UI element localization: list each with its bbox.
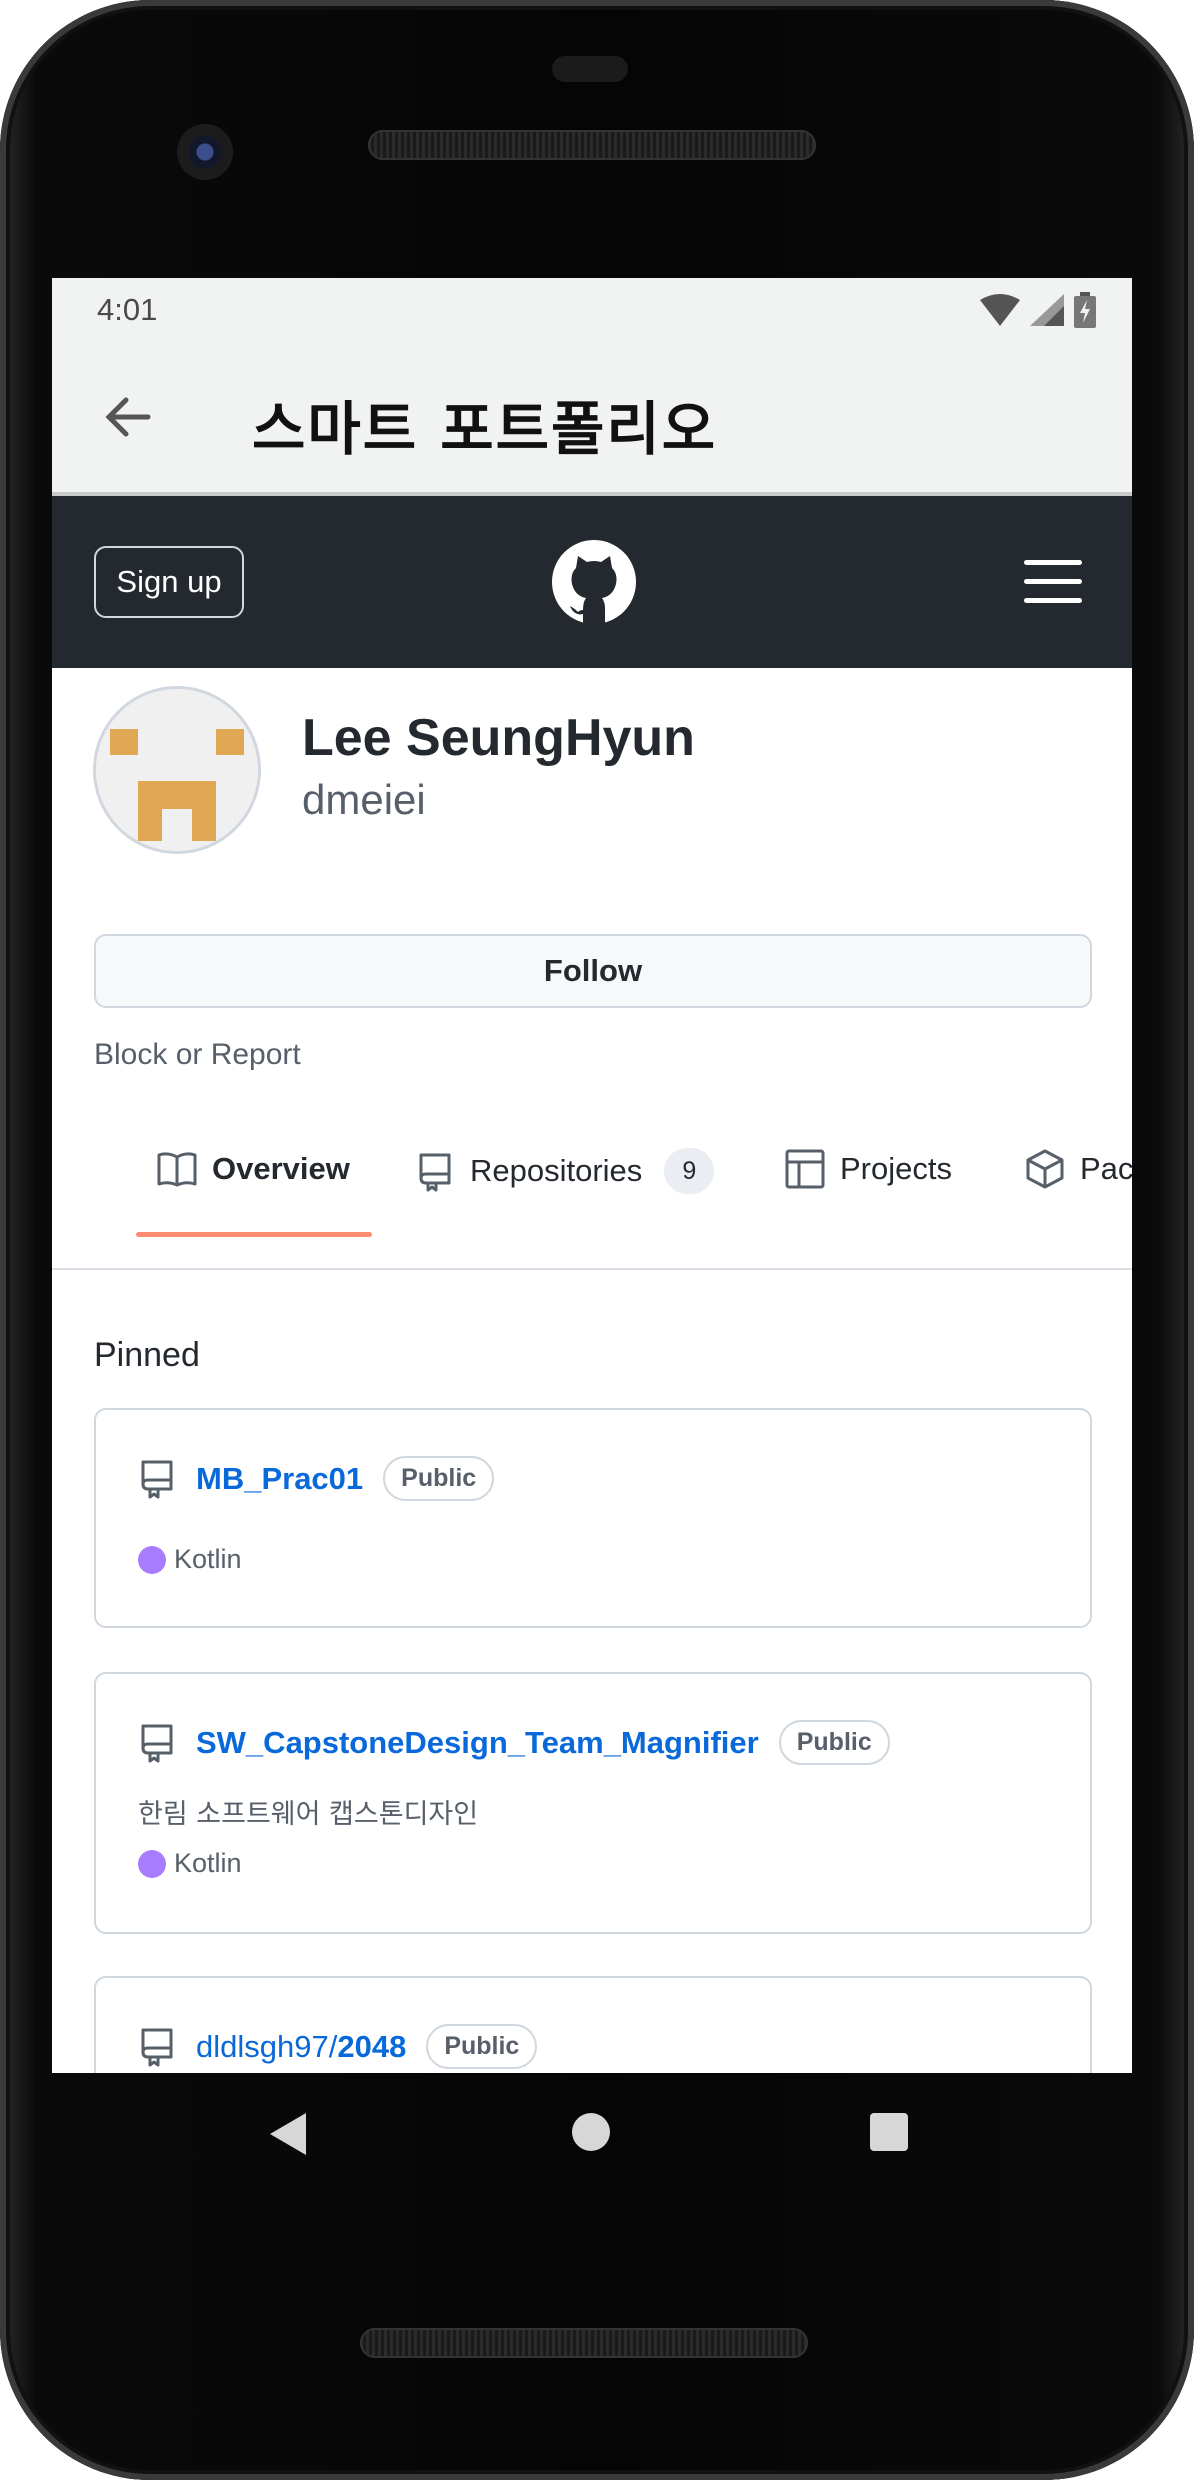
book-icon <box>157 1152 197 1187</box>
signal-icon <box>1030 294 1064 326</box>
selected-tab-indicator <box>136 1232 372 1237</box>
app-title: 스마트 포트폴리오 <box>252 395 718 463</box>
avatar[interactable] <box>93 686 261 854</box>
pinned-repo-card: MB_Prac01 Public Kotlin <box>94 1408 1092 1628</box>
visibility-badge: Public <box>383 1456 495 1501</box>
tab-projects[interactable]: Projects <box>784 1148 952 1190</box>
tab-projects-label: Projects <box>840 1151 952 1186</box>
top-speaker-grille <box>368 130 816 160</box>
nav-back-icon[interactable] <box>268 2111 308 2157</box>
screen: 4:01 스마트 포트폴리오 Sign up Lee SeungHyun dme… <box>52 278 1132 2073</box>
bottom-speaker-grille <box>360 2328 808 2358</box>
github-header: Sign up <box>52 496 1132 668</box>
tab-repositories-label: Repositories <box>470 1153 643 1188</box>
language-color-dot <box>138 1849 166 1878</box>
android-nav-bar <box>0 2073 1194 2213</box>
power-button <box>1188 645 1194 780</box>
profile-tabs: Overview Repositories 9 Projects Pac <box>52 1098 1132 1268</box>
package-icon <box>1026 1149 1064 1189</box>
repo-language: Kotlin <box>138 1544 242 1575</box>
language-color-dot <box>138 1545 166 1574</box>
tabs-divider <box>52 1268 1132 1270</box>
app-bar: 스마트 포트폴리오 <box>52 342 1132 496</box>
tab-repositories[interactable]: Repositories 9 <box>414 1148 715 1194</box>
language-label: Kotlin <box>174 1848 242 1878</box>
repo-name: 2048 <box>337 2028 407 2064</box>
repo-name-link[interactable]: dldlsgh97/2048 <box>196 2029 406 2065</box>
repo-name-link[interactable]: SW_CapstoneDesign_Team_Magnifier <box>196 1725 759 1761</box>
pinned-repo-card: dldlsgh97/2048 Public <box>94 1976 1092 2073</box>
table-icon <box>785 1149 825 1189</box>
volume-button <box>1188 1020 1194 1360</box>
tab-packages[interactable]: Pac <box>1024 1148 1132 1190</box>
block-report-link[interactable]: Block or Report <box>94 1038 301 1072</box>
pinned-heading: Pinned <box>94 1336 200 1374</box>
visibility-badge: Public <box>426 2024 538 2069</box>
repo-name-link[interactable]: MB_Prac01 <box>196 1461 363 1497</box>
identicon-icon <box>96 689 258 851</box>
battery-charging-icon <box>1074 292 1096 328</box>
nav-recents-icon[interactable] <box>870 2113 908 2151</box>
language-label: Kotlin <box>174 1544 242 1574</box>
repo-icon <box>141 1724 173 1762</box>
repo-language: Kotlin <box>138 1848 242 1879</box>
nav-home-icon[interactable] <box>572 2113 610 2151</box>
hamburger-menu-icon[interactable] <box>1024 560 1082 604</box>
front-camera <box>177 124 233 180</box>
profile-name: Lee SeungHyun <box>302 709 695 767</box>
signup-button[interactable]: Sign up <box>94 546 244 618</box>
wifi-icon <box>980 294 1020 326</box>
phone-frame: 4:01 스마트 포트폴리오 Sign up Lee SeungHyun dme… <box>0 0 1194 2480</box>
tab-overview-label: Overview <box>212 1151 350 1186</box>
follow-button[interactable]: Follow <box>94 934 1092 1008</box>
arrow-left-icon[interactable] <box>102 392 152 442</box>
repo-icon <box>141 1460 173 1498</box>
repo-icon <box>419 1153 451 1192</box>
profile-login: dmeiei <box>302 776 426 823</box>
visibility-badge: Public <box>778 1720 890 1765</box>
pinned-repo-card: SW_CapstoneDesign_Team_Magnifier Public … <box>94 1672 1092 1934</box>
repo-icon <box>141 2028 173 2066</box>
status-bar: 4:01 <box>52 278 1132 342</box>
status-time: 4:01 <box>97 292 158 327</box>
tab-packages-label: Pac <box>1080 1151 1132 1186</box>
repo-description: 한림 소프트웨어 캡스톤디자인 <box>138 1799 479 1830</box>
github-logo-icon[interactable] <box>550 538 638 626</box>
repositories-count-badge: 9 <box>664 1148 715 1194</box>
tab-overview[interactable]: Overview <box>156 1148 350 1190</box>
repo-owner: dldlsgh97/ <box>196 2028 338 2064</box>
earpiece <box>552 56 628 82</box>
